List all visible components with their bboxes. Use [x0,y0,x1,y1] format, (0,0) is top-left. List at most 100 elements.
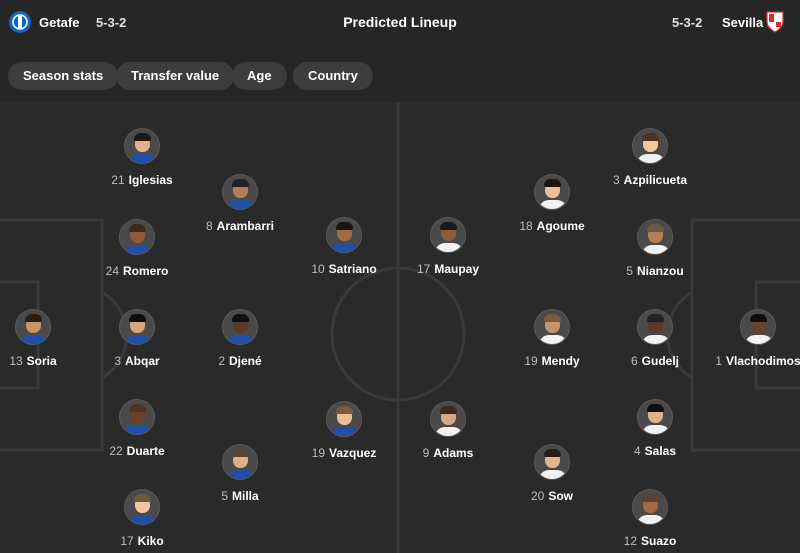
player-name: Salas [644,444,677,458]
player-label: 2 Djené [180,354,300,368]
away-player-8[interactable]: 19 Mendy [492,309,612,368]
filter-age[interactable]: Age [232,62,287,90]
away-player-7[interactable]: 18 Agoume [492,174,612,233]
player-label: 3 Abqar [77,354,197,368]
home-player-5[interactable]: 22 Duarte [77,399,197,458]
player-number: 2 [218,354,225,368]
player-label: 22 Duarte [77,444,197,458]
home-player-8[interactable]: 2 Djené [180,309,300,368]
player-number: 18 [519,219,533,233]
player-name: Agoume [536,219,585,233]
player-photo-avatar [119,399,155,435]
player-label: 18 Agoume [492,219,612,233]
player-number: 21 [111,173,125,187]
player-number: 12 [623,534,637,548]
player-photo-avatar [637,219,673,255]
player-number: 22 [109,444,123,458]
player-name: Duarte [126,444,165,458]
player-number: 9 [422,446,430,460]
player-number: 8 [205,219,213,233]
player-name: Abqar [125,354,160,368]
player-label: 19 Vazquez [284,446,404,460]
player-photo-avatar [534,309,570,345]
player-label: 5 Nianzou [595,264,715,278]
home-player-11[interactable]: 19 Vazquez [284,401,404,460]
player-label: 17 Maupay [388,262,508,276]
player-name: Maupay [434,262,480,276]
player-name: Iglesias [128,173,173,187]
player-name: Milla [232,489,259,503]
player-photo-avatar [119,219,155,255]
player-number: 4 [633,444,641,458]
home-player-10[interactable]: 10 Satriano [284,217,404,276]
player-name: Satriano [328,262,377,276]
stat-filter-bar: Season stats Transfer value Age Country [0,52,800,102]
player-number: 6 [630,354,638,368]
player-label: 6 Gudelj [595,354,715,368]
player-name: Gudelj [641,354,680,368]
sevilla-crest-icon [765,10,789,34]
player-number: 10 [311,262,325,276]
away-formation: 5-3-2 [672,15,703,30]
filter-transfer-value[interactable]: Transfer value [116,62,235,90]
player-photo-avatar [632,128,668,164]
filter-country[interactable]: Country [293,62,373,90]
player-label: 8 Arambarri [180,219,300,233]
lineup-header: Getafe 5-3-2 Predicted Lineup 5-3-2 Sevi… [0,0,800,44]
player-label: 10 Satriano [284,262,404,276]
player-name: Suazo [641,534,677,548]
home-player-3[interactable]: 24 Romero [77,219,197,278]
player-photo-avatar [430,401,466,437]
player-label: 12 Suazo [590,534,710,548]
away-player-10[interactable]: 17 Maupay [388,217,508,276]
away-player-4[interactable]: 6 Gudelj [595,309,715,368]
player-number: 5 [626,264,633,278]
away-player-5[interactable]: 4 Salas [595,399,715,458]
player-label: 20 Sow [492,489,612,503]
player-photo-avatar [534,174,570,210]
player-number: 17 [416,262,431,276]
player-name: Mendy [541,354,580,368]
player-name: Adams [433,446,474,460]
player-photo-avatar [740,309,776,345]
player-photo-avatar [534,444,570,480]
player-photo-avatar [637,309,673,345]
player-name: Azpilicueta [623,173,688,187]
player-photo-avatar [430,217,466,253]
player-name: Romero [123,264,169,278]
filter-season-stats[interactable]: Season stats [8,62,119,90]
player-name: Nianzou [637,264,684,278]
away-player-9[interactable]: 20 Sow [492,444,612,503]
player-number: 5 [221,489,228,503]
player-photo-avatar [326,217,362,253]
player-label: 24 Romero [77,264,197,278]
player-photo-avatar [632,489,668,525]
away-player-3[interactable]: 5 Nianzou [595,219,715,278]
player-label: 17 Kiko [82,534,202,548]
home-player-7[interactable]: 8 Arambarri [180,174,300,233]
player-label: 4 Salas [595,444,715,458]
player-photo-avatar [124,128,160,164]
player-number: 17 [120,534,134,548]
player-photo-avatar [124,489,160,525]
player-number: 3 [612,173,620,187]
player-number: 19 [524,354,538,368]
pitch: 13 Soria 21 Iglesias 24 Romero 3 Abqar 22 Duarte 1… [0,102,800,553]
player-photo-avatar [222,309,258,345]
player-name: Arambarri [216,219,275,233]
player-name: Vazquez [329,446,377,460]
player-number: 20 [530,489,545,503]
player-label: 5 Milla [180,489,300,503]
home-player-4[interactable]: 3 Abqar [77,309,197,368]
away-player-11[interactable]: 9 Adams [388,401,508,460]
player-name: Kiko [137,534,164,548]
player-name: Soria [26,354,57,368]
player-photo-avatar [119,309,155,345]
home-player-9[interactable]: 5 Milla [180,444,300,503]
away-team-name[interactable]: Sevilla [722,15,763,30]
player-name: Vlachodimos [726,354,800,368]
player-photo-avatar [15,309,51,345]
player-number: 19 [311,446,325,460]
player-photo-avatar [326,401,362,437]
player-photo-avatar [222,174,258,210]
